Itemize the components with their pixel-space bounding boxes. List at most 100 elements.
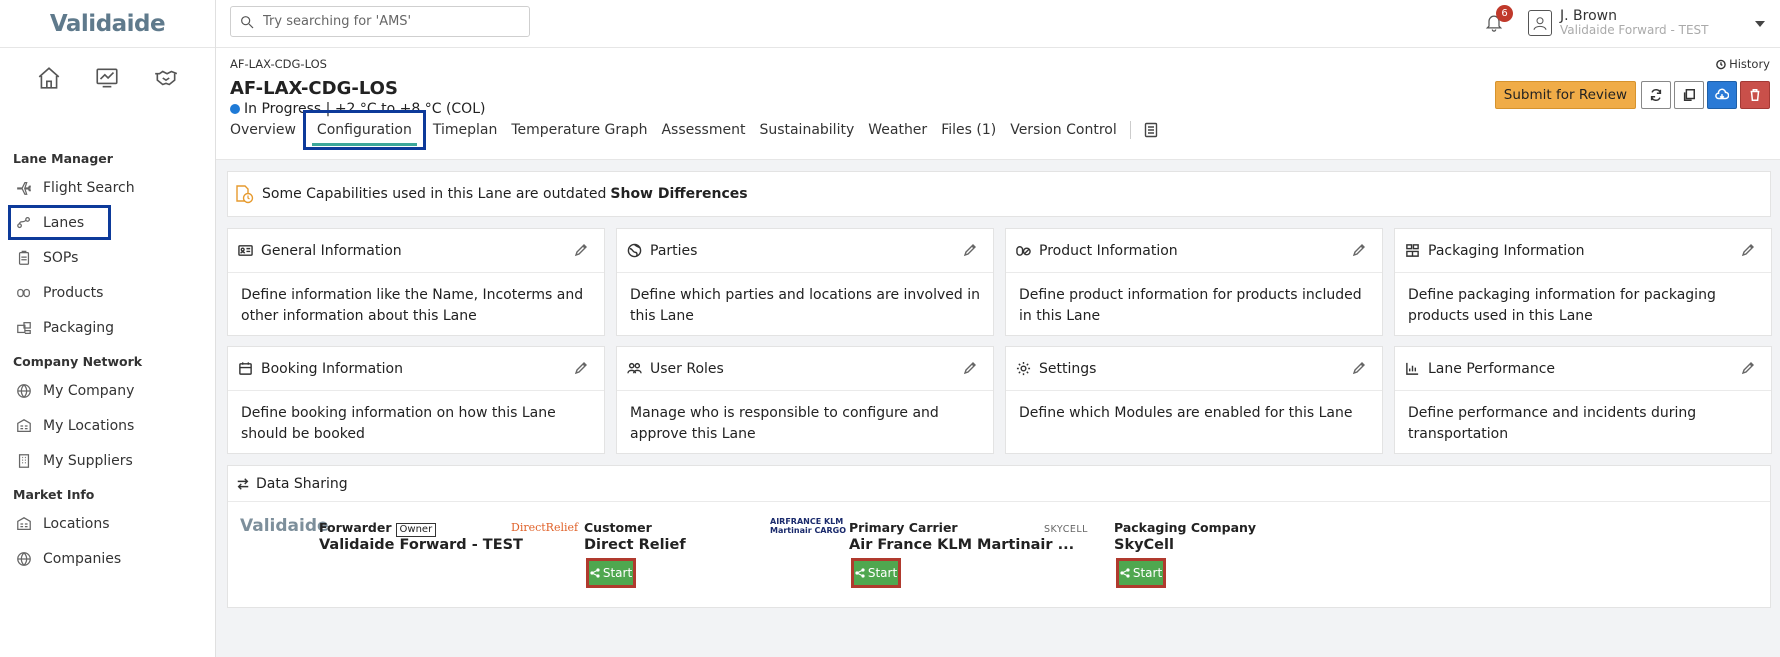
- pencil-icon[interactable]: [963, 243, 979, 259]
- party-role-label: Forwarder: [319, 520, 392, 535]
- start-sharing-button[interactable]: Start: [586, 558, 636, 588]
- notification-count-badge: 6: [1496, 5, 1513, 22]
- sidebar-item-packaging[interactable]: Packaging: [0, 310, 215, 345]
- submit-for-review-button[interactable]: Submit for Review: [1494, 81, 1636, 109]
- start-sharing-button[interactable]: Start: [851, 558, 901, 588]
- app-logo[interactable]: Validaide: [50, 11, 166, 37]
- notifications-button[interactable]: 6: [1484, 5, 1513, 36]
- globe-icon: [627, 243, 643, 259]
- config-card-general-information[interactable]: General Information Define information li…: [227, 228, 605, 336]
- pencil-icon[interactable]: [574, 361, 590, 377]
- start-label: Start: [602, 566, 633, 580]
- handshake-icon[interactable]: [150, 62, 182, 94]
- history-link[interactable]: History: [1715, 57, 1770, 71]
- copy-button[interactable]: [1674, 81, 1704, 109]
- delete-button[interactable]: [1740, 81, 1770, 109]
- caret-down-icon[interactable]: [1754, 18, 1766, 28]
- notes-icon[interactable]: [1137, 110, 1165, 150]
- outdated-document-icon: [236, 185, 254, 204]
- building-icon: [15, 452, 33, 470]
- card-title: Settings: [1039, 360, 1097, 377]
- main-content: Some Capabilities used in this Lane are …: [227, 171, 1772, 608]
- user-menu[interactable]: J. Brown Validaide Forward - TEST: [1528, 9, 1709, 37]
- card-description: Define booking information on how this L…: [241, 405, 556, 442]
- search-input[interactable]: [263, 14, 513, 29]
- card-title: Lane Performance: [1428, 360, 1556, 377]
- card-header: Booking Information: [228, 347, 604, 391]
- home-icon[interactable]: [33, 62, 65, 94]
- sidebar-item-companies[interactable]: Companies: [0, 541, 215, 576]
- owner-badge: Owner: [395, 523, 437, 537]
- party-role-label: Customer: [584, 520, 652, 535]
- lane-chart-icon[interactable]: [91, 62, 123, 94]
- show-differences-link[interactable]: Show Differences: [610, 186, 747, 202]
- config-card-lane-performance[interactable]: Lane Performance Define performance and i…: [1394, 346, 1772, 454]
- card-description: Define which Modules are enabled for thi…: [1019, 405, 1353, 421]
- sidebar-item-lanes[interactable]: Lanes: [8, 205, 111, 240]
- user-name: J. Brown: [1560, 8, 1617, 24]
- config-card-packaging-information[interactable]: Packaging Information Define packaging in…: [1394, 228, 1772, 336]
- sidebar-item-label: Products: [43, 284, 104, 301]
- calendar-icon: [238, 361, 254, 377]
- sidebar-item-sops[interactable]: SOPs: [0, 240, 215, 275]
- users-icon: [627, 361, 643, 377]
- party-role: Forwarder Owner: [319, 520, 437, 537]
- config-card-parties[interactable]: Parties Define which parties and location…: [616, 228, 994, 336]
- sidebar-item-label: Flight Search: [43, 179, 135, 196]
- sidebar-item-my-locations[interactable]: My Locations: [0, 408, 215, 443]
- start-label: Start: [1132, 566, 1163, 580]
- pencil-icon[interactable]: [1741, 361, 1757, 377]
- tab-weather[interactable]: Weather: [861, 110, 934, 150]
- breadcrumb: AF-LAX-CDG-LOS: [230, 57, 327, 71]
- sidebar-item-products[interactable]: Products: [0, 275, 215, 310]
- tab-configuration[interactable]: Configuration: [302, 110, 426, 150]
- pencil-icon[interactable]: [574, 243, 590, 259]
- sidebar-item-my-suppliers[interactable]: My Suppliers: [0, 443, 215, 478]
- card-description: Manage who is responsible to configure a…: [630, 405, 939, 442]
- sidebar-section-title: Lane Manager: [13, 151, 113, 166]
- pills-icon: [1016, 243, 1032, 259]
- config-card-booking-information[interactable]: Booking Information Define booking inform…: [227, 346, 605, 454]
- tab-temperature-graph[interactable]: Temperature Graph: [504, 110, 654, 150]
- share-icon: [590, 568, 600, 578]
- refresh-button[interactable]: [1641, 81, 1671, 109]
- sidebar-item-my-company[interactable]: My Company: [0, 373, 215, 408]
- outdated-capabilities-alert: Some Capabilities used in this Lane are …: [227, 171, 1771, 217]
- tab-sustainability[interactable]: Sustainability: [752, 110, 861, 150]
- data-sharing-header: Data Sharing: [228, 466, 1770, 502]
- pencil-icon[interactable]: [1352, 243, 1368, 259]
- tab-timeplan[interactable]: Timeplan: [426, 110, 505, 150]
- config-card-settings[interactable]: Settings Define which Modules are enabled…: [1005, 346, 1383, 454]
- pencil-icon[interactable]: [1352, 361, 1368, 377]
- validaide-logo: Validaide: [240, 516, 329, 536]
- card-header: Parties: [617, 229, 993, 273]
- sidebar-item-flight-search[interactable]: Flight Search: [0, 170, 215, 205]
- tab-version-control[interactable]: Version Control: [1003, 110, 1124, 150]
- search-box[interactable]: [230, 6, 530, 37]
- copy-icon: [1683, 89, 1695, 101]
- config-card-product-information[interactable]: Product Information Define product inform…: [1005, 228, 1383, 336]
- clipboard-icon: [15, 249, 33, 267]
- tab-overview[interactable]: Overview: [223, 110, 303, 150]
- lane-tabs: Overview Configuration Timeplan Temperature…: [223, 110, 1165, 150]
- start-sharing-button[interactable]: Start: [1116, 558, 1166, 588]
- logo-area[interactable]: Validaide: [0, 0, 215, 48]
- data-sharing-panel: Data Sharing Validaide Forwarder Owner Vali…: [227, 465, 1771, 608]
- direct-relief-logo: DirectRelief: [511, 521, 579, 534]
- config-card-user-roles[interactable]: User Roles Manage who is responsible to c…: [616, 346, 994, 454]
- sidebar-item-locations[interactable]: Locations: [0, 506, 215, 541]
- tab-assessment[interactable]: Assessment: [654, 110, 752, 150]
- card-description: Define packaging information for packagi…: [1408, 287, 1716, 324]
- lane-header: AF-LAX-CDG-LOS History AF-LAX-CDG-LOS In…: [216, 48, 1780, 160]
- pencil-icon[interactable]: [1741, 243, 1757, 259]
- trash-icon: [1750, 89, 1760, 101]
- data-sharing-title: Data Sharing: [256, 475, 348, 492]
- download-button[interactable]: [1707, 81, 1737, 109]
- sidebar-item-label: My Locations: [43, 417, 135, 434]
- boxes-icon: [15, 319, 33, 337]
- pencil-icon[interactable]: [963, 361, 979, 377]
- start-label: Start: [867, 566, 898, 580]
- tab-files-1[interactable]: Files (1): [934, 110, 1003, 150]
- card-title: General Information: [261, 242, 402, 259]
- refresh-icon: [1650, 88, 1662, 102]
